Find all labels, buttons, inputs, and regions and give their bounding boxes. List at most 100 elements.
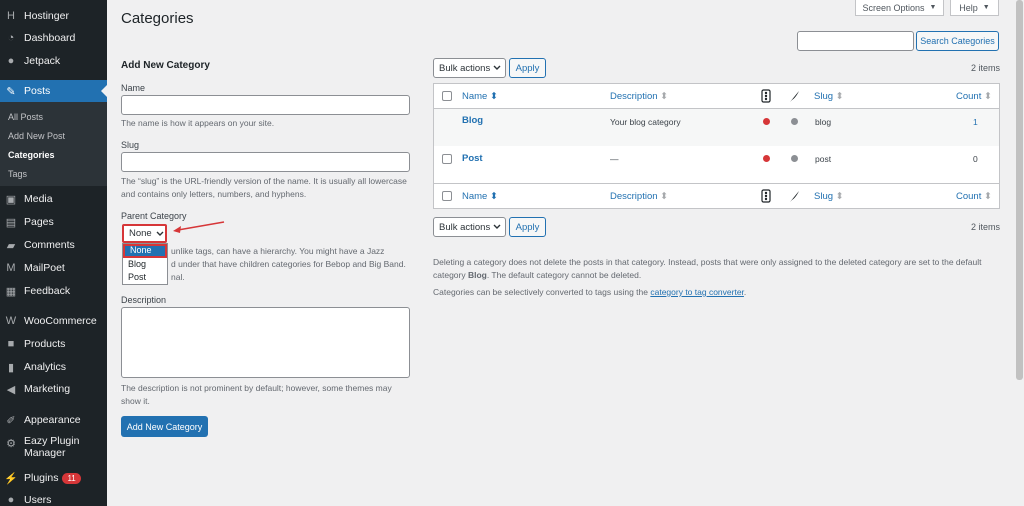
sidebar-item-label: Products	[24, 338, 66, 350]
column-slug-label: Slug	[814, 191, 834, 202]
submenu-all-posts[interactable]: All Posts	[8, 112, 43, 122]
bulk-actions-select-bottom[interactable]: Bulk actions	[433, 217, 506, 237]
users-icon: ●	[7, 494, 15, 506]
add-new-category-button[interactable]: Add New Category	[121, 416, 208, 437]
sidebar-item-woocommerce[interactable]: W WooCommerce	[0, 310, 107, 332]
screen-options-label: Screen Options	[862, 2, 925, 13]
sidebar-item-pages[interactable]: ▤ Pages	[0, 211, 107, 233]
sidebar-item-comments[interactable]: ▰ Comments	[0, 234, 107, 256]
search-categories-button[interactable]: Search Categories	[916, 31, 999, 51]
apply-button[interactable]: Apply	[509, 58, 546, 78]
column-description-label: Description	[610, 91, 658, 102]
option-post[interactable]: Post	[123, 271, 167, 284]
sidebar-item-label: Posts	[24, 85, 51, 97]
status-dot-red	[763, 155, 770, 162]
scrollbar-thumb[interactable]	[1016, 0, 1023, 380]
note-text: .	[743, 287, 747, 297]
column-slug-footer[interactable]: Slug ⬍	[814, 191, 844, 202]
media-icon: ▣	[5, 193, 17, 206]
sidebar-item-analytics[interactable]: ▮ Analytics	[0, 356, 107, 378]
column-name-label: Name	[462, 191, 488, 202]
slug-field[interactable]	[121, 152, 410, 172]
column-description-header[interactable]: Description ⬍	[610, 91, 668, 102]
sidebar-item-marketing[interactable]: ◀ Marketing	[0, 378, 107, 400]
description-help-line2: show it.	[121, 396, 150, 406]
sort-icon: ⬍	[660, 191, 669, 202]
jetpack-icon: ●	[7, 55, 15, 67]
submenu-add-new-post[interactable]: Add New Post	[8, 131, 65, 141]
column-count-footer[interactable]: Count ⬍	[956, 191, 992, 202]
column-slug-label: Slug	[814, 91, 834, 102]
submenu-categories[interactable]: Categories	[8, 150, 55, 160]
plugins-update-badge: 11	[62, 472, 81, 484]
option-none[interactable]: None	[123, 244, 167, 258]
sidebar-item-hostinger[interactable]: H Hostinger	[0, 5, 107, 27]
apply-button-bottom[interactable]: Apply	[509, 217, 546, 237]
appearance-icon: ✐	[6, 414, 16, 427]
search-input[interactable]	[797, 31, 914, 51]
column-name-header[interactable]: Name ⬍	[462, 91, 498, 102]
column-name-label: Name	[462, 91, 488, 102]
sidebar-item-appearance[interactable]: ✐ Appearance	[0, 409, 107, 431]
sidebar-item-label-line2: Manager	[24, 447, 66, 459]
sidebar-item-eazy-plugin-manager[interactable]: ⚙ Eazy Plugin Manager	[0, 435, 107, 463]
column-count-label: Count	[956, 191, 982, 202]
help-button[interactable]: Help ▼	[950, 0, 999, 16]
sidebar-item-media[interactable]: ▣ Media	[0, 188, 107, 210]
plugins-icon: ⚡	[4, 472, 18, 485]
table-footer-row: Name ⬍ Description ⬍ Slug ⬍ Count ⬍	[434, 183, 999, 208]
sidebar-item-posts[interactable]: ✎ Posts	[0, 80, 107, 102]
parent-category-select[interactable]: None	[122, 224, 167, 243]
page-title: Categories	[121, 10, 194, 27]
category-slug: blog	[815, 117, 832, 127]
status-dot-red	[763, 118, 770, 125]
sort-icon: ⬍	[489, 91, 498, 102]
sidebar-item-jetpack[interactable]: ● Jetpack	[0, 50, 107, 72]
name-label: Name	[121, 83, 146, 93]
delete-note-line2: category Blog. The default category cann…	[433, 269, 1003, 282]
category-name-link[interactable]: Blog	[462, 115, 483, 126]
sort-icon: ⬍	[489, 191, 498, 202]
name-field[interactable]	[121, 95, 410, 115]
parent-help-line2: d under that have children categories fo…	[171, 259, 406, 269]
column-count-header[interactable]: Count ⬍	[956, 91, 992, 102]
chevron-down-icon	[493, 65, 501, 70]
sidebar-item-users[interactable]: ● Users	[0, 489, 107, 506]
name-help: The name is how it appears on your site.	[121, 118, 275, 128]
categories-table: Name ⬍ Description ⬍ Slug ⬍ Count ⬍ Blog…	[433, 83, 1000, 209]
page-scrollbar[interactable]	[1015, 0, 1024, 506]
sidebar-item-products[interactable]: ■ Products	[0, 333, 107, 355]
sidebar-item-label-wrap: Eazy Plugin Manager	[24, 435, 79, 459]
description-textarea[interactable]	[121, 307, 410, 378]
sidebar-item-label: Users	[24, 494, 52, 506]
screen-options-button[interactable]: Screen Options ▼	[855, 0, 944, 16]
sidebar-item-dashboard[interactable]: ◔ Dashboard	[0, 27, 107, 49]
category-to-tag-converter-link[interactable]: category to tag converter	[650, 287, 744, 297]
parent-help-line1: unlike tags, can have a hierarchy. You m…	[171, 246, 385, 256]
delete-note-line1: Deleting a category does not delete the …	[433, 257, 982, 267]
category-name-link[interactable]: Post	[462, 153, 483, 164]
row-checkbox[interactable]	[442, 154, 452, 164]
bulk-actions-label: Bulk actions	[439, 62, 491, 74]
caret-down-icon: ▼	[929, 4, 937, 11]
submenu-tags[interactable]: Tags	[8, 169, 27, 179]
status-dot-gray	[791, 155, 798, 162]
chevron-down-icon	[156, 231, 164, 236]
sidebar-item-label: Analytics	[24, 361, 67, 373]
sort-icon: ⬍	[835, 91, 844, 102]
category-count-link[interactable]: 1	[973, 117, 978, 127]
pin-icon: ✎	[6, 85, 16, 98]
sidebar-item-mailpoet[interactable]: M MailPoet	[0, 257, 107, 279]
column-name-footer[interactable]: Name ⬍	[462, 191, 498, 202]
select-all-checkbox[interactable]	[442, 91, 452, 101]
sidebar-item-feedback[interactable]: ▦ Feedback	[0, 280, 107, 302]
category-slug: post	[815, 154, 832, 164]
sidebar-item-plugins[interactable]: ⚡ Plugins 11	[0, 467, 107, 489]
sort-icon: ⬍	[984, 91, 992, 102]
column-slug-header[interactable]: Slug ⬍	[814, 91, 844, 102]
bulk-actions-select[interactable]: Bulk actions	[433, 58, 506, 78]
column-description-footer[interactable]: Description ⬍	[610, 191, 668, 202]
option-blog[interactable]: Blog	[123, 258, 167, 271]
select-all-checkbox[interactable]	[442, 191, 452, 201]
sidebar-item-label: MailPoet	[24, 262, 65, 274]
